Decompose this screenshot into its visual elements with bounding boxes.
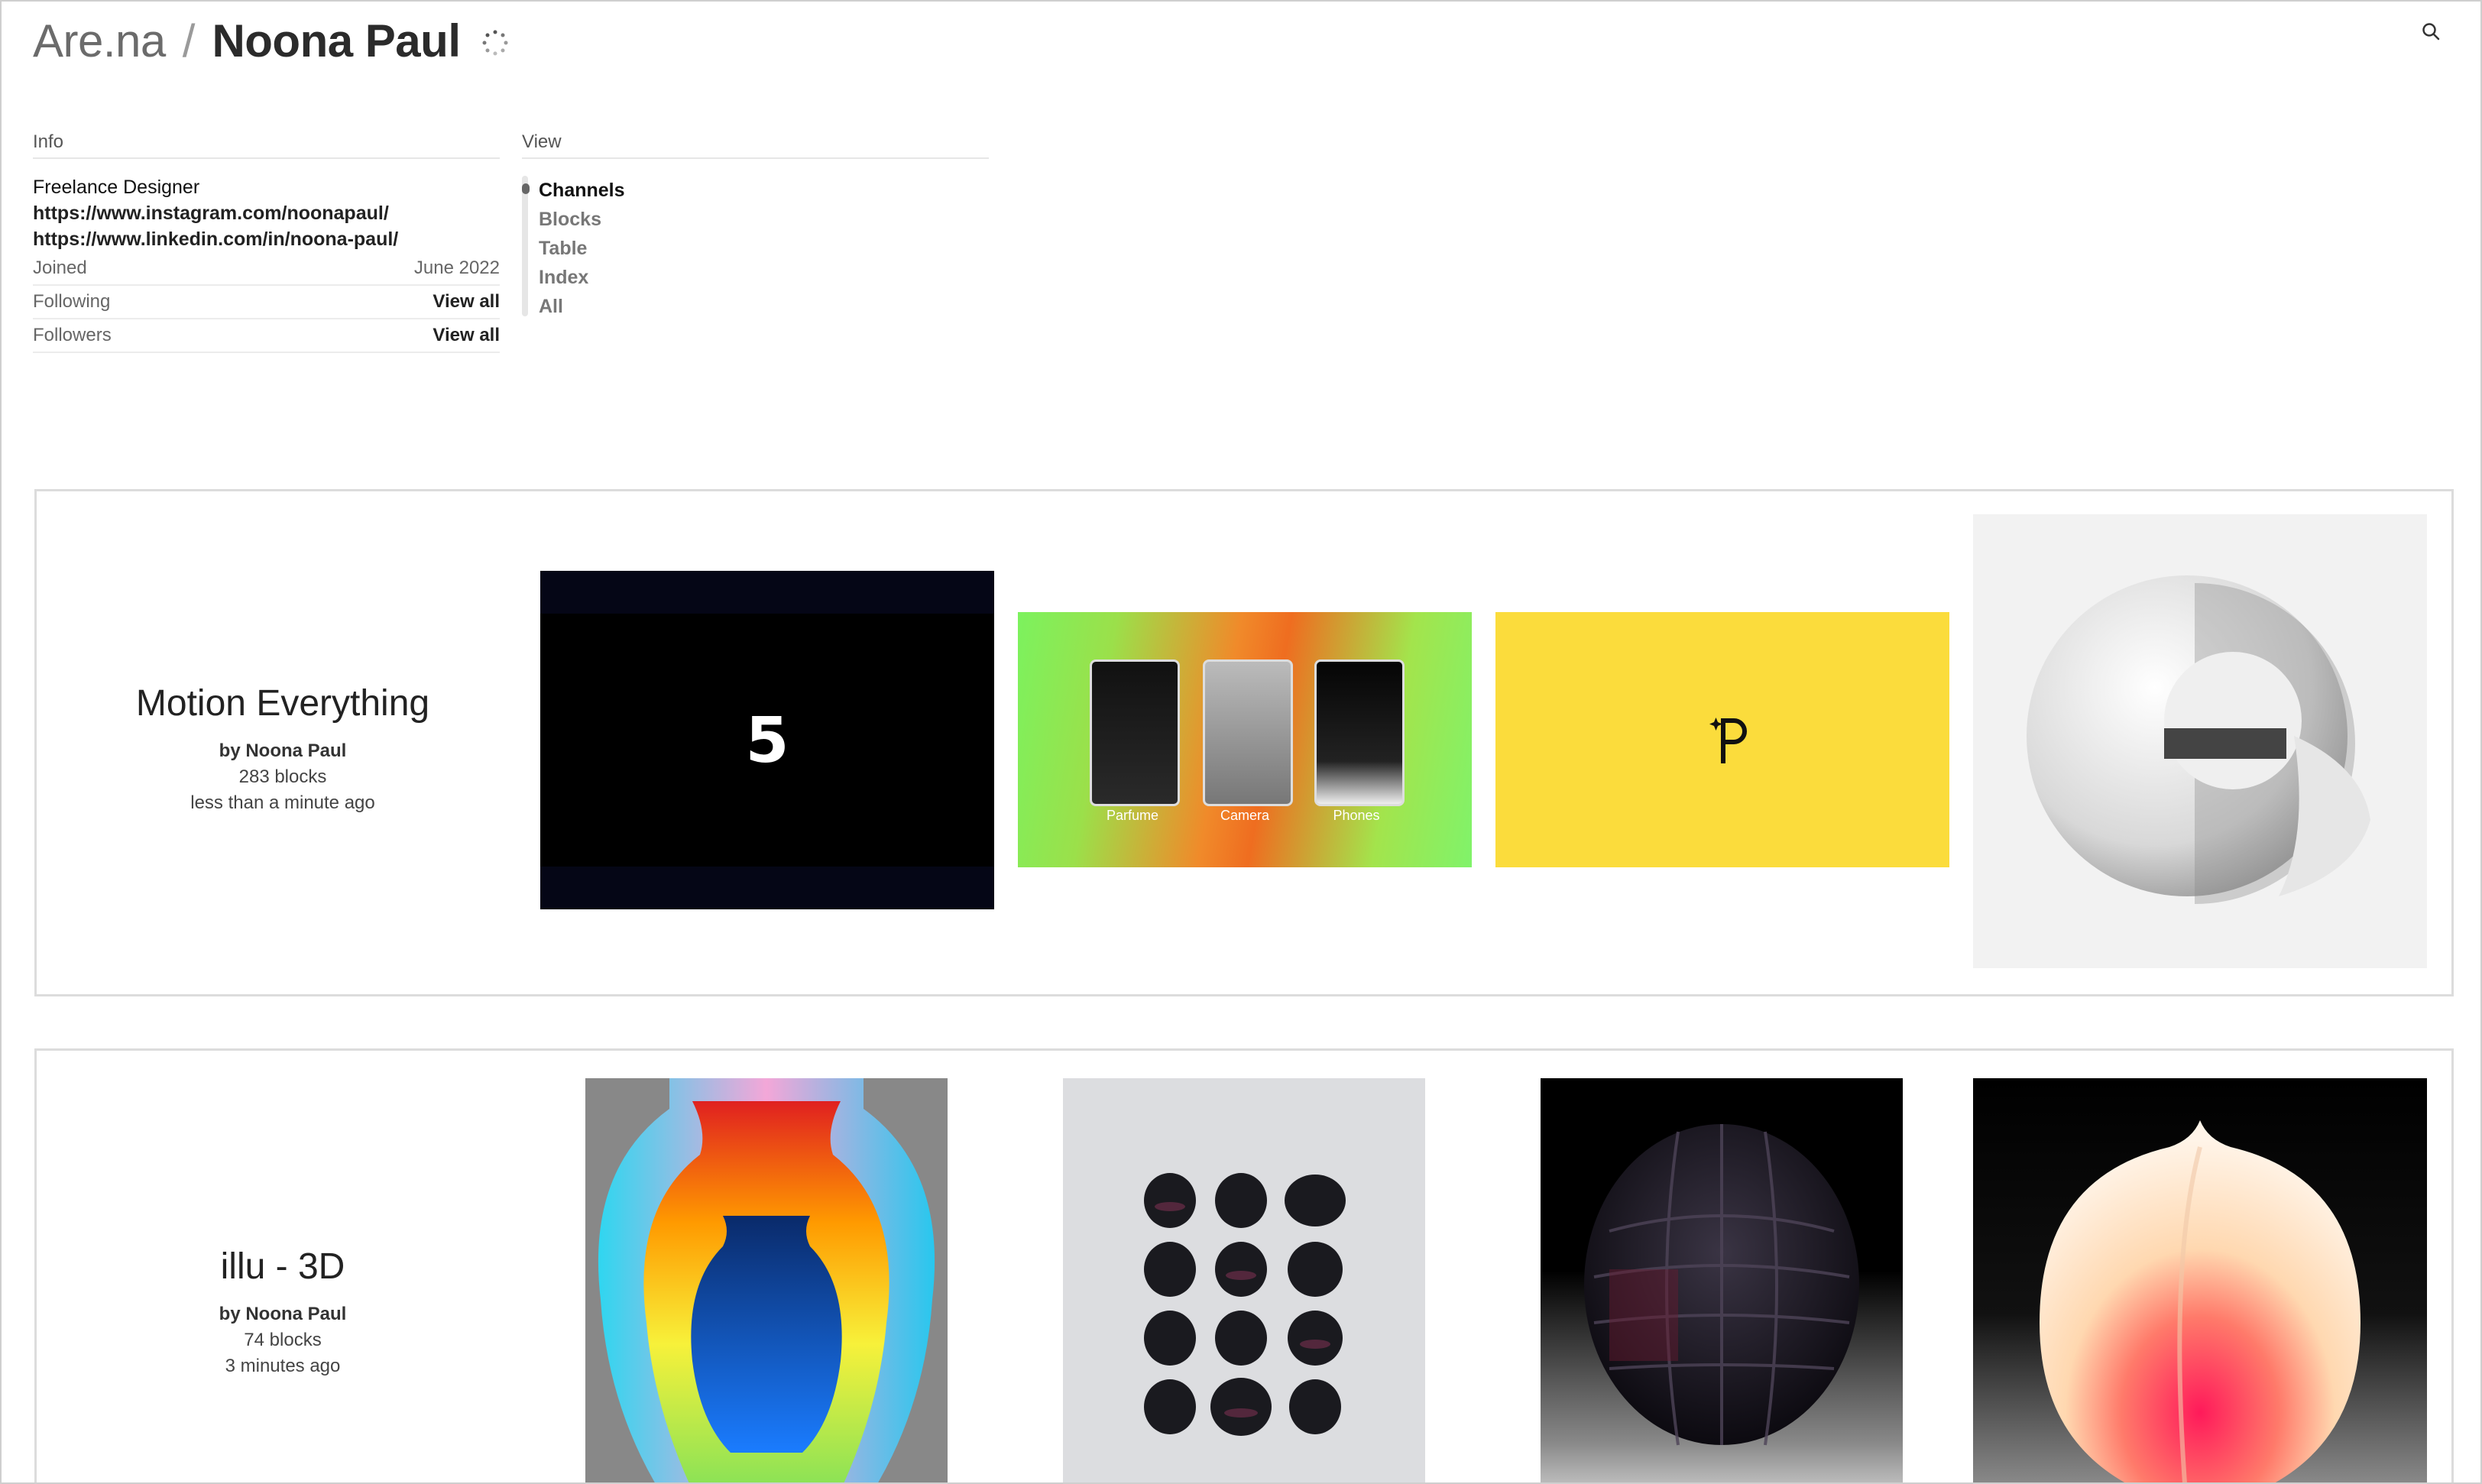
thumb-label-perfume: Parfume — [1106, 808, 1159, 823]
channel-info: Motion Everything by Noona Paul 283 bloc… — [37, 682, 529, 816]
view-option-index[interactable]: Index — [539, 263, 625, 292]
channel-author: by Noona Paul — [219, 740, 347, 761]
active-view-indicator — [522, 183, 530, 194]
search-icon[interactable] — [2421, 21, 2441, 41]
block-thumbnail[interactable]: 5 — [540, 571, 994, 909]
view-label: View — [522, 131, 989, 159]
profile-name[interactable]: Noona Paul — [212, 15, 461, 67]
phone-card-perfume — [1090, 659, 1180, 806]
block-thumbnail[interactable] — [1541, 1078, 1903, 1482]
thumb-label-phones: Phones — [1333, 808, 1380, 823]
block-thumbnail[interactable] — [1973, 1078, 2427, 1482]
channel-card[interactable]: illu - 3D by Noona Paul 74 blocks 3 minu… — [34, 1048, 2454, 1482]
instagram-link[interactable]: https://www.instagram.com/noonapaul/ — [33, 200, 500, 226]
profile-bio: Freelance Designer https://www.instagram… — [33, 174, 500, 252]
channel-updated: less than a minute ago — [190, 792, 375, 813]
info-section: Info Freelance Designer https://www.inst… — [33, 131, 500, 353]
linkedin-link[interactable]: https://www.linkedin.com/in/noona-paul/ — [33, 226, 500, 252]
channel-block-count: 74 blocks — [244, 1330, 322, 1350]
video-letterbox-bottom — [540, 867, 994, 909]
block-thumbnail[interactable] — [1495, 612, 1949, 867]
view-option-blocks[interactable]: Blocks — [539, 205, 625, 234]
brand-logo[interactable]: Are.na — [33, 15, 166, 67]
block-thumbnail[interactable] — [1063, 1078, 1425, 1482]
channel-card[interactable]: Motion Everything by Noona Paul 283 bloc… — [34, 489, 2454, 996]
bio-text: Freelance Designer — [33, 177, 200, 198]
following-view-all-link[interactable]: View all — [433, 291, 500, 313]
berry-grid-image — [1144, 1173, 1346, 1436]
view-option-table[interactable]: Table — [539, 234, 625, 263]
rainbow-vase-image — [585, 1078, 948, 1482]
phone-card-camera — [1203, 659, 1293, 806]
channel-author: by Noona Paul — [219, 1304, 347, 1324]
thumb-label-camera: Camera — [1220, 808, 1270, 823]
channel-title[interactable]: illu - 3D — [37, 1246, 529, 1288]
channel-info: illu - 3D by Noona Paul 74 blocks 3 minu… — [37, 1246, 529, 1379]
joined-label: Joined — [33, 258, 87, 278]
view-option-channels[interactable]: Channels — [539, 176, 625, 205]
numeral-graphic: 5 — [745, 705, 789, 777]
view-option-all[interactable]: All — [539, 292, 625, 321]
followers-view-all-link[interactable]: View all — [433, 325, 500, 346]
video-letterbox-top — [540, 571, 994, 614]
block-thumbnail[interactable] — [1973, 514, 2427, 968]
phone-card-phones — [1314, 659, 1405, 806]
peach-render-image — [2040, 1120, 2360, 1482]
block-thumbnail[interactable] — [585, 1078, 948, 1482]
loading-spinner-icon — [482, 30, 508, 56]
block-thumbnail[interactable]: Parfume Camera Phones — [1018, 612, 1472, 867]
blackberry-render-image — [1584, 1124, 1859, 1446]
breadcrumb-separator: / — [182, 15, 196, 66]
followers-label: Followers — [33, 325, 112, 345]
following-label: Following — [33, 291, 111, 312]
following-row: Following View all — [33, 286, 500, 319]
joined-row: Joined June 2022 — [33, 252, 500, 286]
info-label: Info — [33, 131, 500, 159]
view-options: Channels Blocks Table Index All — [522, 176, 989, 321]
view-section: View Channels Blocks Table Index All — [522, 131, 989, 321]
p-logo-icon — [1709, 718, 1747, 763]
channel-block-count: 283 blocks — [238, 766, 327, 787]
page-header: Are.na / Noona Paul — [33, 14, 509, 67]
channel-updated: 3 minutes ago — [225, 1356, 341, 1376]
channel-title[interactable]: Motion Everything — [37, 682, 529, 724]
followers-row: Followers View all — [33, 319, 500, 353]
sphere-render-image — [2027, 575, 2370, 904]
app-window: Are.na / Noona Paul Info Freelance Desig… — [0, 0, 2482, 1484]
joined-value: June 2022 — [413, 258, 500, 278]
view-indicator-track — [522, 176, 530, 316]
